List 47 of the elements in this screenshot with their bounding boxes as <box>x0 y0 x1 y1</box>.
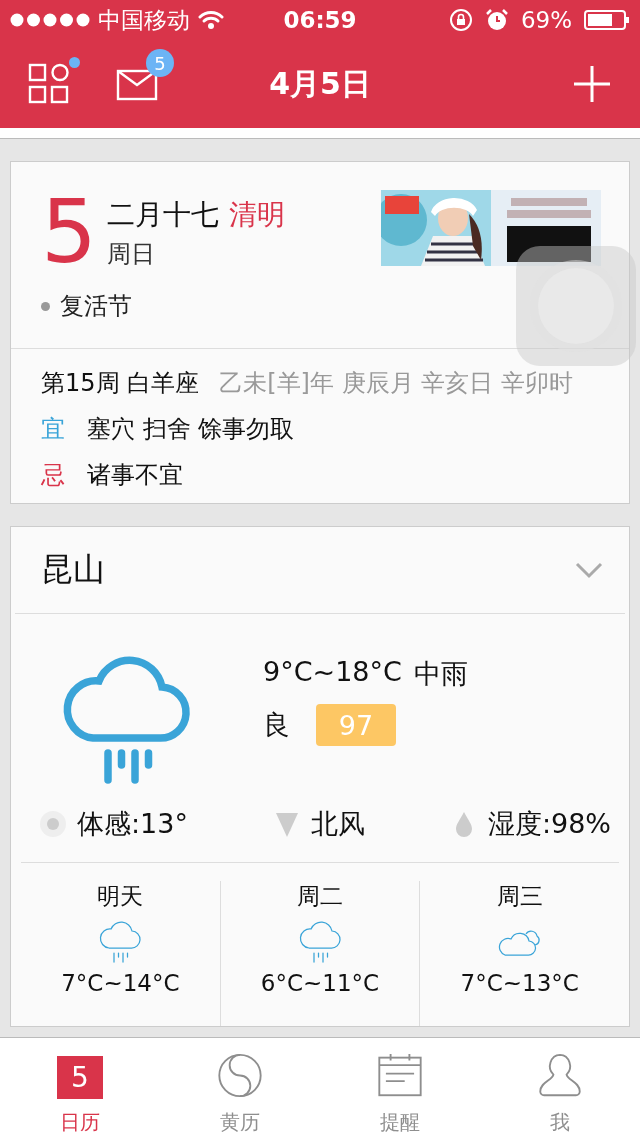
yin-yang-icon <box>216 1052 264 1099</box>
almanac-text: 塞穴 扫舍 馀事勿取 <box>87 414 295 445</box>
carrier-name: 中国移动 <box>98 5 190 35</box>
forecast-temperature: 6°C~11°C <box>260 970 380 996</box>
almanac-text: 诸事不宜 <box>87 460 183 491</box>
target-icon <box>39 810 67 838</box>
notepad-icon <box>376 1052 424 1099</box>
weather-detail: 北风 <box>310 807 365 841</box>
weather-detail: 湿度:98% <box>487 807 611 841</box>
lunar-date: 二月十七 <box>107 197 219 233</box>
tab[interactable]: 提醒 <box>320 1038 480 1136</box>
rotation-lock-icon <box>448 8 473 32</box>
tab[interactable]: 5 日历 <box>0 1038 160 1136</box>
wifi-icon <box>198 10 224 30</box>
temperature-range: 9°C~18°C <box>263 656 402 689</box>
bullet-dot <box>41 301 50 311</box>
forecast-day: 明天 <box>97 881 144 912</box>
weather-detail: 体感:13° <box>77 807 188 841</box>
aqi-value: 97 <box>316 704 396 746</box>
signal-icon <box>10 13 90 27</box>
week-info: 第15周 白羊座 <box>41 368 200 399</box>
person-icon <box>536 1052 584 1099</box>
tab[interactable]: 我 <box>480 1038 640 1136</box>
forecast-day: 周三 <box>496 881 543 912</box>
battery-icon <box>584 10 630 30</box>
calendar-icon: 5 <box>57 1056 103 1099</box>
air-quality-label: 良 <box>263 708 290 742</box>
day-number: 5 <box>41 190 97 274</box>
almanac-label: 忌 <box>41 460 65 491</box>
ganzhi-date: 乙未[羊]年 庚辰月 辛亥日 辛卯时 <box>219 368 573 399</box>
assistive-touch-button[interactable] <box>516 246 636 366</box>
festival-name: 复活节 <box>60 291 132 322</box>
solar-term: 清明 <box>229 197 285 233</box>
unread-count-badge: 5 <box>146 49 174 77</box>
almanac-label: 宜 <box>41 414 65 445</box>
tab[interactable]: 黄历 <box>160 1038 320 1136</box>
weekday: 周日 <box>107 239 156 270</box>
weather-condition: 中雨 <box>413 657 468 691</box>
city-name: 昆山 <box>41 549 105 590</box>
battery-percent: 69% <box>520 7 572 33</box>
add-button[interactable] <box>572 64 612 104</box>
forecast-day: 周二 <box>297 881 343 912</box>
clock-time: 06:59 <box>283 7 357 33</box>
forecast-temperature: 7°C~13°C <box>460 970 579 996</box>
alarm-icon <box>484 8 509 32</box>
forecast-temperature: 7°C~14°C <box>61 970 180 996</box>
date-title: 4月5日 <box>269 65 371 101</box>
